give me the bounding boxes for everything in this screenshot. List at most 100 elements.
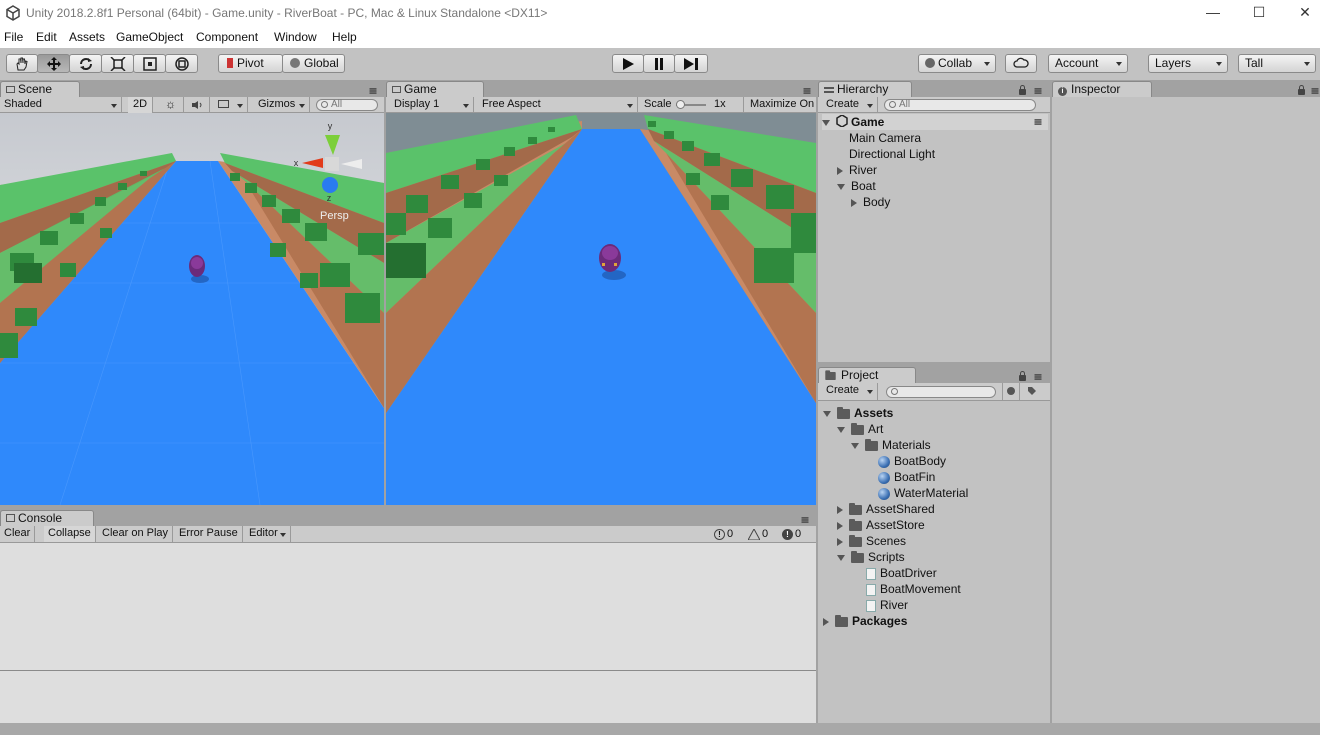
tab-hierarchy[interactable]: Hierarchy — [818, 81, 912, 98]
filter-by-type-button[interactable] — [1002, 383, 1020, 400]
minimize-button[interactable]: — — [1190, 0, 1236, 26]
2d-toggle[interactable]: 2D — [128, 97, 153, 113]
tab-inspector[interactable]: i Inspector — [1052, 81, 1152, 98]
tab-scene[interactable]: Scene — [0, 81, 80, 98]
project-menu-icon[interactable] — [1034, 374, 1042, 380]
inspector-menu-icon[interactable] — [1311, 88, 1319, 94]
project-item-scenes[interactable]: Scenes — [837, 533, 906, 549]
effects-dropdown[interactable] — [214, 97, 248, 113]
pause-button[interactable] — [643, 54, 675, 73]
hierarchy-item-main-camera[interactable]: Main Camera — [849, 130, 921, 146]
scale-slider[interactable]: Scale 1x — [640, 97, 744, 113]
warning-count-toggle[interactable]: 0 — [747, 527, 768, 541]
console-menu-icon[interactable] — [801, 517, 809, 523]
game-view[interactable] — [386, 113, 816, 505]
game-panel-menu-icon[interactable] — [803, 88, 811, 94]
pivot-button[interactable]: Pivot — [218, 54, 283, 73]
account-dropdown[interactable]: Account — [1048, 54, 1128, 73]
scale-thumb[interactable] — [676, 100, 685, 109]
scene-row-menu-icon[interactable] — [1034, 119, 1042, 125]
rotate-tool-button[interactable] — [69, 54, 102, 73]
project-item-boatmovement[interactable]: BoatMovement — [866, 581, 961, 597]
menu-file[interactable]: File — [4, 30, 23, 44]
console-detail-area[interactable] — [0, 671, 816, 723]
filter-by-label-button[interactable] — [1022, 383, 1042, 400]
gizmos-dropdown[interactable]: Gizmos — [254, 97, 310, 113]
hierarchy-item-boat[interactable]: Boat — [837, 178, 876, 194]
shading-dropdown[interactable]: Shaded — [0, 97, 122, 113]
hierarchy-item-body[interactable]: Body — [851, 194, 890, 210]
project-item-boatbody[interactable]: BoatBody — [878, 453, 946, 469]
error-count-toggle[interactable]: ! 0 — [782, 527, 801, 541]
hierarchy-item-river[interactable]: River — [837, 162, 877, 178]
expand-assetshared-icon[interactable] — [837, 505, 843, 514]
rect-tool-button[interactable] — [133, 54, 166, 73]
tab-console[interactable]: Console — [0, 510, 94, 527]
collapse-scripts-icon[interactable] — [837, 554, 845, 561]
console-error-pause-button[interactable]: Error Pause — [175, 526, 243, 542]
console-log-area[interactable] — [0, 543, 816, 670]
project-item-watermaterial[interactable]: WaterMaterial — [878, 485, 968, 501]
menu-assets[interactable]: Assets — [69, 30, 105, 44]
info-count-toggle[interactable]: ! 0 — [714, 527, 733, 541]
hierarchy-menu-icon[interactable] — [1034, 88, 1042, 94]
hierarchy-search-input[interactable]: All — [884, 99, 1036, 111]
console-clear-on-play-button[interactable]: Clear on Play — [98, 526, 174, 542]
collapse-boat-icon[interactable] — [837, 183, 845, 190]
step-button[interactable] — [674, 54, 708, 73]
console-collapse-button[interactable]: Collapse — [44, 526, 96, 542]
expand-river-icon[interactable] — [837, 166, 843, 175]
aspect-dropdown[interactable]: Free Aspect — [478, 97, 638, 113]
transform-tool-button[interactable] — [165, 54, 198, 73]
project-item-boatdriver[interactable]: BoatDriver — [866, 565, 937, 581]
maximize-on-play-toggle[interactable]: Maximize On — [746, 97, 816, 113]
tab-project[interactable]: Project — [818, 367, 916, 384]
menu-edit[interactable]: Edit — [36, 30, 57, 44]
close-button[interactable]: ✕ — [1282, 0, 1320, 26]
project-item-assets[interactable]: Assets — [823, 405, 893, 421]
scene-root-row[interactable]: Game — [822, 114, 1048, 130]
project-item-boatfin[interactable]: BoatFin — [878, 469, 935, 485]
tab-game[interactable]: Game — [386, 81, 484, 98]
project-item-river-script[interactable]: River — [866, 597, 908, 613]
inspector-lock-icon[interactable] — [1298, 85, 1305, 95]
display-dropdown[interactable]: Display 1 — [390, 97, 474, 113]
project-item-assetshared[interactable]: AssetShared — [837, 501, 935, 517]
project-lock-icon[interactable] — [1019, 371, 1026, 381]
scale-tool-button[interactable] — [101, 54, 134, 73]
layers-dropdown[interactable]: Layers — [1148, 54, 1228, 73]
expand-packages-icon[interactable] — [823, 617, 829, 626]
global-button[interactable]: Global — [282, 54, 345, 73]
scene-search-input[interactable]: All — [316, 99, 378, 111]
hierarchy-create-dropdown[interactable]: Create — [822, 97, 878, 113]
project-item-materials[interactable]: Materials — [851, 437, 931, 453]
play-button[interactable] — [612, 54, 644, 73]
layout-dropdown[interactable]: Tall — [1238, 54, 1316, 73]
hierarchy-lock-icon[interactable] — [1019, 85, 1026, 95]
menu-component[interactable]: Component — [196, 30, 258, 44]
scene-view[interactable]: y x z Persp — [0, 113, 384, 505]
scene-panel-menu-icon[interactable] — [369, 88, 377, 94]
console-clear-button[interactable]: Clear — [0, 526, 36, 542]
maximize-button[interactable]: ☐ — [1236, 0, 1282, 26]
collab-dropdown[interactable]: Collab — [918, 54, 996, 73]
hand-tool-button[interactable] — [6, 54, 38, 73]
collapse-assets-icon[interactable] — [823, 410, 831, 417]
collapse-materials-icon[interactable] — [851, 442, 859, 449]
menu-window[interactable]: Window — [274, 30, 317, 44]
project-item-assetstore[interactable]: AssetStore — [837, 517, 925, 533]
menu-help[interactable]: Help — [332, 30, 357, 44]
collapse-art-icon[interactable] — [837, 426, 845, 433]
project-search-input[interactable] — [886, 386, 996, 398]
lighting-toggle[interactable]: ☼ — [158, 97, 184, 113]
project-item-art[interactable]: Art — [837, 421, 883, 437]
move-tool-button[interactable] — [37, 54, 70, 73]
console-editor-dropdown[interactable]: Editor — [245, 526, 291, 542]
cloud-button[interactable] — [1005, 54, 1037, 73]
menu-gameobject[interactable]: GameObject — [116, 30, 183, 44]
expand-body-icon[interactable] — [851, 198, 857, 207]
project-item-scripts[interactable]: Scripts — [837, 549, 905, 565]
audio-toggle[interactable] — [184, 97, 210, 113]
expand-scenes-icon[interactable] — [837, 537, 843, 546]
project-create-dropdown[interactable]: Create — [822, 383, 878, 400]
